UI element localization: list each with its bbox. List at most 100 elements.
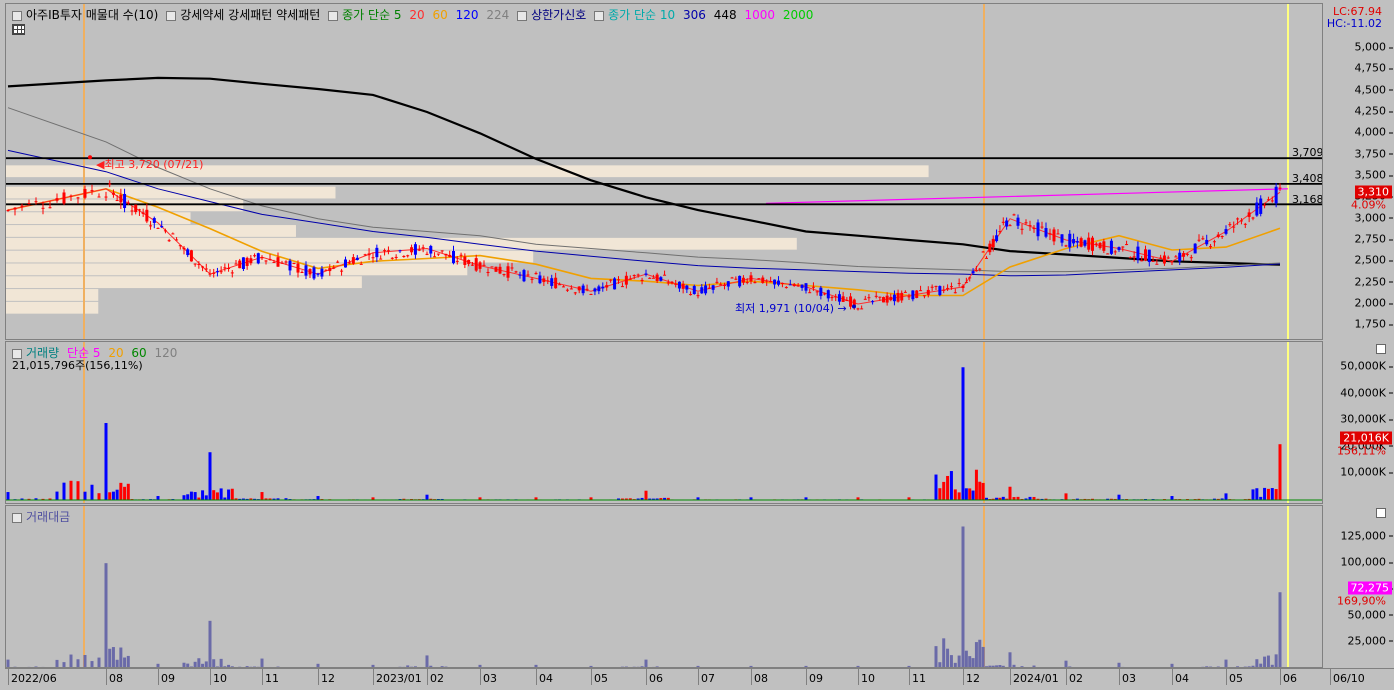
candle-body (625, 276, 628, 285)
candle-body (1140, 260, 1143, 261)
candle-body (269, 259, 272, 260)
price-chart-pane[interactable]: 아주IB투자 매물대 수(10) 강세약세 강세패턴 약세패턴 종가 단순 5 … (5, 3, 1323, 340)
candle-body (164, 230, 167, 231)
legend-ma-2000[interactable]: 2000 (783, 8, 814, 22)
candle-body (893, 295, 896, 302)
date-axis-tick: 05 (1229, 672, 1243, 685)
candle-body (344, 259, 347, 267)
candle-body (1263, 205, 1266, 206)
legend-title[interactable]: 아주IB투자 매물대 수(10) (26, 8, 158, 22)
candle-body (923, 295, 926, 296)
candle-body (931, 287, 934, 288)
candle-body (261, 257, 264, 258)
legend-box-icon[interactable] (12, 11, 22, 21)
candle-body (659, 277, 662, 281)
legend-ma-120[interactable]: 120 (456, 8, 479, 22)
legend-box-icon[interactable] (517, 11, 527, 21)
legend-strength[interactable]: 강세약세 강세패턴 약세패턴 (180, 8, 320, 22)
candle-body (197, 264, 200, 265)
candle-body (426, 254, 429, 255)
amount-bar (982, 647, 985, 668)
amount-bar (1267, 656, 1270, 668)
legend-box-icon[interactable] (594, 11, 604, 21)
candle-body (1279, 188, 1282, 189)
amount-bar (972, 658, 975, 668)
candle-body (332, 267, 335, 268)
legend-ma-20[interactable]: 20 (409, 8, 424, 22)
candle-body (570, 288, 573, 289)
candle-body (160, 226, 163, 227)
legend-ma-448[interactable]: 448 (714, 8, 737, 22)
pane-menu-icon[interactable] (1376, 508, 1386, 518)
amt-legend-label[interactable]: 거래대금 (26, 510, 70, 524)
candle-body (91, 190, 94, 191)
candle-body (793, 284, 796, 286)
volume-chart-canvas[interactable] (6, 342, 1323, 504)
amount-bar (105, 563, 108, 668)
candle-body (827, 290, 830, 298)
candle-body (908, 296, 911, 297)
volume-bar (56, 492, 59, 500)
candle-body (495, 267, 498, 272)
pane-menu-icon[interactable] (1376, 344, 1386, 354)
volume-bar (220, 488, 223, 500)
amount-chart-canvas[interactable] (6, 506, 1323, 668)
legend-ma-label[interactable]: 종가 단순 5 (342, 8, 401, 22)
candle-body (1232, 227, 1235, 228)
amount-bar (220, 659, 223, 668)
candle-body (1095, 244, 1098, 245)
volume-bar (317, 496, 320, 500)
amount-axis-tick: 25,000 (1348, 634, 1387, 647)
date-axis-tick: 07 (701, 672, 715, 685)
legend-ma-306[interactable]: 306 (683, 8, 706, 22)
price-axis-tick: 3,750 (1355, 147, 1387, 160)
candle-body (171, 233, 174, 234)
legend-limit-signal[interactable]: 상한가신호 (531, 8, 586, 22)
volume-bar (1118, 495, 1121, 500)
volume-bar (123, 487, 126, 500)
amount-bar (77, 659, 80, 668)
volume-bar (216, 492, 219, 500)
volume-bar (70, 481, 73, 500)
candle-body (769, 281, 772, 282)
amount-bar (91, 661, 94, 668)
candle-body (712, 285, 715, 290)
candle-body (831, 297, 834, 298)
candle-body (613, 278, 616, 289)
candle-body (637, 275, 640, 276)
legend-box-icon[interactable] (166, 11, 176, 21)
candle-body (499, 267, 502, 274)
price-axis-tick: 4,750 (1355, 62, 1387, 75)
volume-bar (1271, 488, 1274, 500)
amount-bar (942, 638, 945, 668)
table-toggle-icon[interactable] (12, 24, 25, 35)
candle-body (1118, 247, 1121, 250)
candle-body (1167, 257, 1170, 258)
candle-body (950, 286, 953, 287)
candle-body (663, 275, 666, 276)
legend-ma-224[interactable]: 224 (486, 8, 509, 22)
volume-bar (209, 452, 212, 500)
candle-body (1155, 264, 1158, 265)
candle-body (186, 249, 189, 255)
candle-body (605, 285, 608, 287)
price-chart-canvas[interactable] (6, 4, 1323, 340)
legend-ma-1000[interactable]: 1000 (744, 8, 775, 22)
amount-bar (935, 646, 938, 668)
volume-bar (938, 488, 941, 500)
amount-bar (950, 655, 953, 668)
candle-body (958, 283, 961, 284)
legend-ma-60[interactable]: 60 (433, 8, 448, 22)
volume-chart-pane[interactable]: 거래량 단순 5 20 60 120 21,015,796주(156,11%) (5, 341, 1323, 504)
low-marker (852, 304, 856, 308)
amount-chart-pane[interactable]: 거래대금 (5, 505, 1323, 668)
volume-bar (1255, 488, 1258, 500)
legend-ma2-label[interactable]: 종가 단순 10 (608, 8, 675, 22)
volume-bar (127, 484, 130, 500)
vol-legend-120[interactable]: 120 (155, 346, 178, 360)
legend-box-icon[interactable] (328, 11, 338, 21)
legend-box-icon[interactable] (12, 513, 22, 523)
volume-bar (7, 492, 10, 500)
candle-body (467, 260, 470, 264)
volume-bar (1065, 493, 1068, 500)
